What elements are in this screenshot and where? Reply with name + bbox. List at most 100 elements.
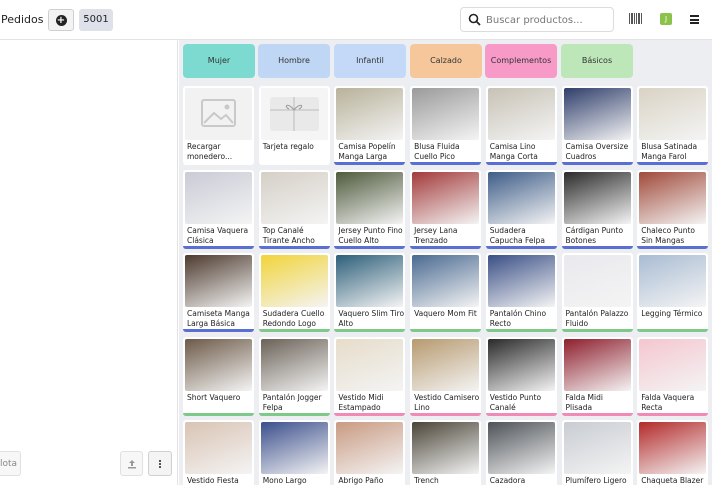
product-name: Sudadera Cuello Redondo Logo xyxy=(262,309,325,328)
product-card[interactable]: Falda Midi Plisada xyxy=(561,336,633,416)
product-image xyxy=(336,255,404,307)
product-card[interactable]: Falda Vaquera Recta xyxy=(637,336,709,416)
product-card[interactable]: Jersey Lana Trenzado xyxy=(410,169,482,249)
product-name: Jersey Lana Trenzado xyxy=(414,225,458,245)
note-button[interactable]: lota xyxy=(0,451,21,476)
category-mujer[interactable]: Mujer xyxy=(183,44,255,78)
product-name: Blusa Satinada Manga Farol xyxy=(641,142,698,161)
product-card[interactable]: Abrigo Paño xyxy=(334,420,406,499)
product-name: Pantalón Chino Recto xyxy=(489,309,547,328)
product-card[interactable]: Short Vaquero xyxy=(183,336,254,416)
category-complementos[interactable]: Complementos xyxy=(485,44,557,78)
product-card[interactable]: Vaquero Mom Fit xyxy=(410,253,482,332)
user-avatar[interactable]: J xyxy=(660,13,672,25)
product-name: Vestido Camisero Lino xyxy=(414,392,480,412)
product-name: Sudadera Capucha Felpa xyxy=(489,225,545,245)
product-card[interactable]: Chaleco Punto Sin Mangas xyxy=(637,169,709,249)
plus-icon: + xyxy=(55,14,67,26)
search-icon xyxy=(468,13,481,26)
order-tab-active[interactable]: 5001 xyxy=(79,9,113,31)
orders-label[interactable]: Pedidos xyxy=(1,13,44,26)
product-card[interactable]: Cazadora xyxy=(485,420,557,499)
product-image xyxy=(563,338,631,391)
product-card[interactable]: Jersey Punto Fino Cuello Alto xyxy=(334,169,406,249)
product-name: Vestido Punto Canalé xyxy=(489,392,542,412)
product-image xyxy=(185,422,252,474)
product-name: Camisa Popelín Manga Larga xyxy=(338,142,396,161)
product-card[interactable]: Plumífero Ligero xyxy=(561,420,633,499)
product-card[interactable]: Pantalón Palazzo Fluido xyxy=(561,253,633,332)
product-image xyxy=(639,422,707,474)
product-card[interactable]: Camisa Vaquera Clásica xyxy=(183,169,254,249)
product-name: Falda Midi Plisada xyxy=(565,392,603,412)
product-image xyxy=(185,171,252,224)
hamburger-menu-icon[interactable] xyxy=(690,15,699,24)
product-image xyxy=(487,88,555,140)
product-image xyxy=(563,88,631,140)
product-name: Legging Térmico xyxy=(641,309,703,318)
product-image xyxy=(487,255,555,307)
product-card[interactable]: Mono Largo xyxy=(258,420,330,499)
product-card[interactable]: Blusa Satinada Manga Farol xyxy=(637,86,709,165)
product-card[interactable]: Vestido Midi Estampado xyxy=(334,336,406,416)
product-image xyxy=(260,338,328,391)
product-image xyxy=(639,88,707,140)
product-card[interactable]: Vestido Camisero Lino xyxy=(410,336,482,416)
category-hombre[interactable]: Hombre xyxy=(258,44,330,78)
product-name: Vaquero Slim Tiro Alto xyxy=(338,309,405,328)
product-card[interactable]: Tarjeta regalo xyxy=(258,86,330,165)
barcode-icon[interactable] xyxy=(629,13,642,24)
product-card[interactable]: Blusa Fluida Cuello Pico xyxy=(410,86,482,165)
product-card[interactable]: Recargar monedero... xyxy=(183,86,254,165)
product-card[interactable]: Vaquero Slim Tiro Alto xyxy=(334,253,406,332)
product-card[interactable]: Camisa Popelín Manga Larga xyxy=(334,86,406,165)
product-name: Pantalón Jogger Felpa xyxy=(262,392,322,412)
product-name: Camiseta Manga Larga Básica xyxy=(187,309,250,328)
product-name: Pantalón Palazzo Fluido xyxy=(565,309,629,328)
product-image xyxy=(487,171,555,224)
product-image xyxy=(336,88,404,140)
search-box[interactable] xyxy=(460,7,614,32)
product-card[interactable]: Cárdigan Punto Botones xyxy=(561,169,633,249)
product-image xyxy=(336,422,404,474)
product-name: Camisa Oversize Cuadros xyxy=(565,142,629,161)
upload-icon xyxy=(127,459,136,468)
upload-button[interactable] xyxy=(120,451,143,476)
product-name: Blusa Fluida Cuello Pico xyxy=(414,142,460,161)
product-image xyxy=(639,171,707,224)
product-card[interactable]: Chaqueta Blazer xyxy=(637,420,709,499)
product-name: Vestido Midi Estampado xyxy=(338,392,384,412)
product-name: Recargar monedero... xyxy=(187,142,233,161)
product-card[interactable]: Trench xyxy=(410,420,482,499)
product-card[interactable]: Pantalón Chino Recto xyxy=(485,253,557,332)
product-image xyxy=(412,88,480,140)
product-card[interactable]: Camisa Oversize Cuadros xyxy=(561,86,633,165)
add-order-button[interactable]: + xyxy=(48,9,74,31)
category-calzado[interactable]: Calzado xyxy=(410,44,482,78)
product-image xyxy=(639,338,707,391)
product-image xyxy=(412,171,480,224)
more-options-button[interactable] xyxy=(148,451,172,476)
product-card[interactable]: Vestido Punto Canalé xyxy=(485,336,557,416)
product-image xyxy=(563,422,631,474)
product-card[interactable]: Top Canalé Tirante Ancho xyxy=(258,169,330,249)
product-image xyxy=(336,338,404,391)
product-name: Short Vaquero xyxy=(187,392,241,402)
product-card[interactable]: Sudadera Cuello Redondo Logo xyxy=(258,253,330,332)
product-card[interactable]: Legging Térmico xyxy=(637,253,709,332)
product-card[interactable]: Camisa Lino Manga Corta xyxy=(485,86,557,165)
product-name: Camisa Vaquera Clásica xyxy=(187,225,249,245)
product-image xyxy=(260,422,328,474)
product-name: Tarjeta regalo xyxy=(262,142,314,151)
product-card[interactable]: Vestido Fiesta xyxy=(183,420,254,499)
product-image xyxy=(487,338,555,391)
product-card[interactable]: Camiseta Manga Larga Básica xyxy=(183,253,254,332)
product-name: Falda Vaquera Recta xyxy=(641,392,695,412)
category-bsicos[interactable]: Básicos xyxy=(561,44,633,78)
category-infantil[interactable]: Infantil xyxy=(334,44,406,78)
product-image xyxy=(412,422,480,474)
product-name: Chaleco Punto Sin Mangas xyxy=(641,225,695,245)
search-input[interactable] xyxy=(486,11,610,29)
product-card[interactable]: Sudadera Capucha Felpa xyxy=(485,169,557,249)
product-card[interactable]: Pantalón Jogger Felpa xyxy=(258,336,330,416)
